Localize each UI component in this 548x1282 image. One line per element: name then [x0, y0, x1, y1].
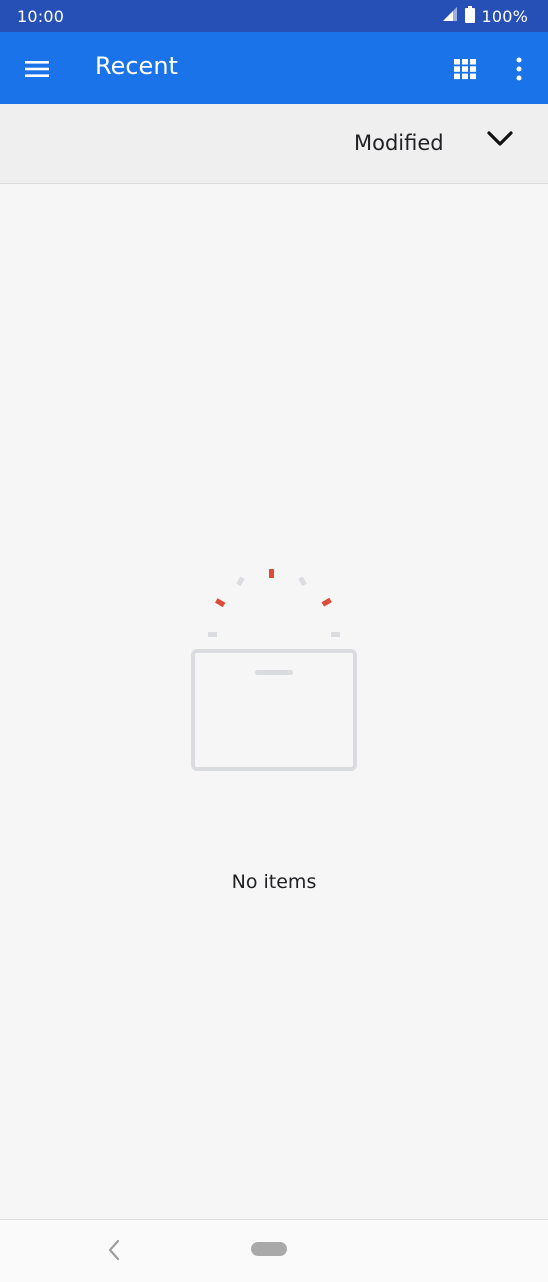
status-icons: 100% — [441, 5, 528, 27]
page-title: Recent — [95, 52, 178, 80]
sort-dropdown-button[interactable] — [486, 130, 514, 152]
battery-percent: 100% — [481, 6, 528, 26]
empty-box-icon — [191, 569, 357, 771]
more-options-button[interactable] — [505, 54, 533, 84]
system-nav-bar — [0, 1219, 548, 1282]
chevron-down-icon — [487, 131, 513, 146]
menu-icon — [25, 61, 49, 77]
more-vert-icon — [516, 57, 522, 81]
empty-state-message: No items — [231, 871, 317, 893]
back-icon — [108, 1239, 120, 1261]
sort-bar[interactable]: Modified — [0, 104, 548, 184]
sort-label[interactable]: Modified — [354, 131, 444, 155]
status-bar: 10:00 100% — [0, 0, 548, 32]
battery-icon — [465, 5, 476, 27]
home-pill[interactable] — [251, 1242, 287, 1256]
file-list-area: No items — [0, 184, 548, 1219]
menu-button[interactable] — [22, 54, 52, 84]
back-button[interactable] — [102, 1238, 126, 1262]
grid-view-button[interactable] — [450, 54, 480, 84]
signal-icon — [441, 6, 459, 26]
status-time: 10:00 — [17, 6, 65, 26]
grid-view-icon — [454, 59, 476, 80]
app-bar: Recent — [0, 32, 548, 104]
